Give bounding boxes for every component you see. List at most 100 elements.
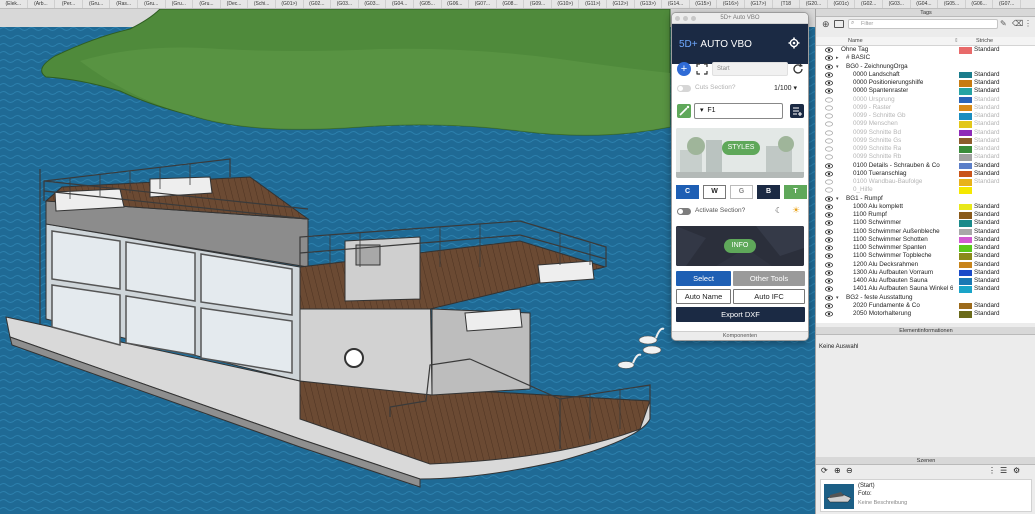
tag-row[interactable]: 1100 Schwimmer Topbleche Standard	[816, 252, 1035, 260]
eye-icon[interactable]	[825, 162, 833, 169]
tag-color-swatch[interactable]	[959, 71, 972, 79]
add-scene-icon[interactable]: ⊕	[834, 466, 841, 475]
tag-stroke-style[interactable]: Standard	[974, 129, 1000, 137]
scene-tab[interactable]: (G06...	[442, 0, 470, 8]
tag-color-swatch[interactable]	[959, 187, 972, 194]
scene-tab[interactable]: (Gru...	[83, 0, 111, 8]
add-tag-icon[interactable]: ⊕	[822, 19, 830, 30]
add-button[interactable]: +	[677, 62, 691, 76]
tag-folder-row[interactable]: ▾ BG2 - feste Ausstattung	[816, 294, 1035, 302]
tag-color-swatch[interactable]	[959, 203, 972, 211]
mode-g-button[interactable]: G	[730, 185, 753, 199]
tag-color-swatch[interactable]	[959, 129, 972, 136]
tag-color-swatch[interactable]	[959, 137, 972, 145]
eye-icon[interactable]	[825, 294, 833, 301]
remove-scene-icon[interactable]: ⊖	[846, 466, 853, 475]
scene-settings-icon[interactable]: ⚙	[1013, 466, 1020, 475]
eye-icon[interactable]	[825, 72, 833, 78]
tag-color-swatch[interactable]	[959, 113, 972, 120]
tag-row[interactable]: 1401 Alu Aufbauten Sauna Winkel 6 Standar…	[816, 285, 1035, 293]
scene-tab[interactable]: (G20...	[800, 0, 828, 8]
tag-row[interactable]: 0099 - Raster Standard	[816, 104, 1035, 112]
tag-color-swatch[interactable]	[959, 121, 972, 128]
tag-color-swatch[interactable]	[959, 212, 972, 219]
scene-tab[interactable]: (G03...	[883, 0, 911, 8]
eye-hidden-icon[interactable]	[825, 105, 833, 111]
auto-name-button[interactable]: Auto Name	[676, 289, 731, 304]
scene-tab[interactable]: (G06...	[966, 0, 994, 8]
update-scene-icon[interactable]: ⟳	[821, 466, 828, 475]
panel-titlebar[interactable]: 5D+ Auto VBO	[672, 13, 808, 24]
tag-row[interactable]: 0100 Tueranschlag Standard	[816, 170, 1035, 178]
eye-icon[interactable]	[825, 253, 833, 259]
tag-stroke-style[interactable]: Standard	[974, 203, 1000, 211]
scene-tab[interactable]: (Gru...	[166, 0, 194, 8]
tag-stroke-style[interactable]: Standard	[974, 302, 1000, 310]
scene-tab[interactable]: (G15>)	[690, 0, 718, 8]
scene-tab[interactable]: (G16>)	[717, 0, 746, 8]
eye-hidden-icon[interactable]	[825, 113, 833, 119]
folder-icon[interactable]	[834, 20, 844, 28]
tag-color-swatch[interactable]	[959, 236, 972, 244]
tag-stroke-style[interactable]: Standard	[974, 112, 1000, 120]
tag-row[interactable]: 0000 Positionierungshilfe Standard	[816, 79, 1035, 87]
fullscreen-icon[interactable]	[696, 63, 708, 75]
eye-hidden-icon[interactable]	[825, 179, 833, 185]
mode-t-button[interactable]: T	[784, 185, 807, 199]
scene-tab[interactable]: (G01c)	[828, 0, 856, 8]
tag-folder-row[interactable]: ▾ BG0 - ZeichnungOrga	[816, 63, 1035, 71]
tag-stroke-style[interactable]: Standard	[974, 285, 1000, 293]
tag-color-swatch[interactable]	[959, 96, 972, 103]
cuts-section-toggle[interactable]	[677, 85, 691, 92]
tag-color-swatch[interactable]	[959, 278, 972, 285]
eye-icon[interactable]	[825, 212, 833, 218]
other-tools-button[interactable]: Other Tools	[733, 271, 805, 286]
scene-tab[interactable]: (G02...	[304, 0, 332, 8]
tag-row[interactable]: Ohne Tag Standard	[816, 46, 1035, 54]
style-dropdown[interactable]: ▾ F1	[694, 103, 783, 119]
tag-folder-row[interactable]: ▾ BG1 - Rumpf	[816, 195, 1035, 203]
tag-stroke-style[interactable]: Standard	[974, 277, 1000, 285]
mode-c-button[interactable]: C	[676, 185, 699, 199]
disclosure-open-icon[interactable]: ▾	[836, 294, 839, 302]
eye-hidden-icon[interactable]	[825, 96, 833, 103]
eye-icon[interactable]	[825, 80, 833, 86]
tag-row[interactable]: 1400 Alu Aufbauten Sauna Standard	[816, 277, 1035, 285]
tag-row[interactable]: 0099 Schnitte Gs Standard	[816, 137, 1035, 145]
tag-stroke-style[interactable]: Standard	[974, 310, 1000, 318]
tag-stroke-style[interactable]: Standard	[974, 228, 1000, 236]
scene-tab[interactable]: (G01>)	[276, 0, 304, 8]
scene-tab[interactable]: (G05...	[414, 0, 442, 8]
tag-row[interactable]: 0_Hilfe	[816, 186, 1035, 194]
scene-tab[interactable]: (G08...	[497, 0, 525, 8]
styles-button[interactable]: STYLES	[722, 141, 760, 155]
scene-tab[interactable]: (G17>)	[745, 0, 773, 8]
tag-row[interactable]: 0000 Ursprung Standard	[816, 96, 1035, 104]
scene-tab[interactable]: (Dec...	[221, 0, 249, 8]
tag-stroke-style[interactable]: Standard	[974, 46, 1000, 54]
tag-color-swatch[interactable]	[959, 311, 972, 318]
scene-tab[interactable]: (Elek...	[0, 0, 28, 8]
tag-filter-input[interactable]: Filter	[848, 19, 998, 29]
eye-hidden-icon[interactable]	[825, 146, 833, 152]
eye-hidden-icon[interactable]	[825, 154, 833, 160]
eraser-icon[interactable]: ⌫	[1012, 19, 1023, 28]
eye-icon[interactable]	[825, 220, 833, 226]
tag-stroke-style[interactable]: Standard	[974, 79, 1000, 87]
eye-icon[interactable]	[825, 237, 833, 243]
tag-stroke-style[interactable]: Standard	[974, 137, 1000, 145]
eye-icon[interactable]	[825, 286, 833, 292]
eye-icon[interactable]	[825, 228, 833, 235]
paint-icon[interactable]: ✎	[1000, 19, 1007, 28]
scenes-header[interactable]: Szenen	[816, 457, 1035, 465]
auto-ifc-button[interactable]: Auto IFC	[733, 289, 805, 304]
eye-hidden-icon[interactable]	[825, 138, 833, 144]
scene-tab[interactable]: (G07...	[993, 0, 1021, 8]
tag-color-swatch[interactable]	[959, 220, 972, 227]
eye-icon[interactable]	[825, 204, 833, 210]
disclosure-open-icon[interactable]: ▾	[836, 195, 839, 203]
eye-icon[interactable]	[825, 47, 833, 53]
tag-row[interactable]: 0099 Schnitte Ra Standard	[816, 145, 1035, 153]
tag-row[interactable]: 1300 Alu Aufbauten Vorraum Standard	[816, 269, 1035, 277]
scene-tab[interactable]: (Per...	[55, 0, 83, 8]
